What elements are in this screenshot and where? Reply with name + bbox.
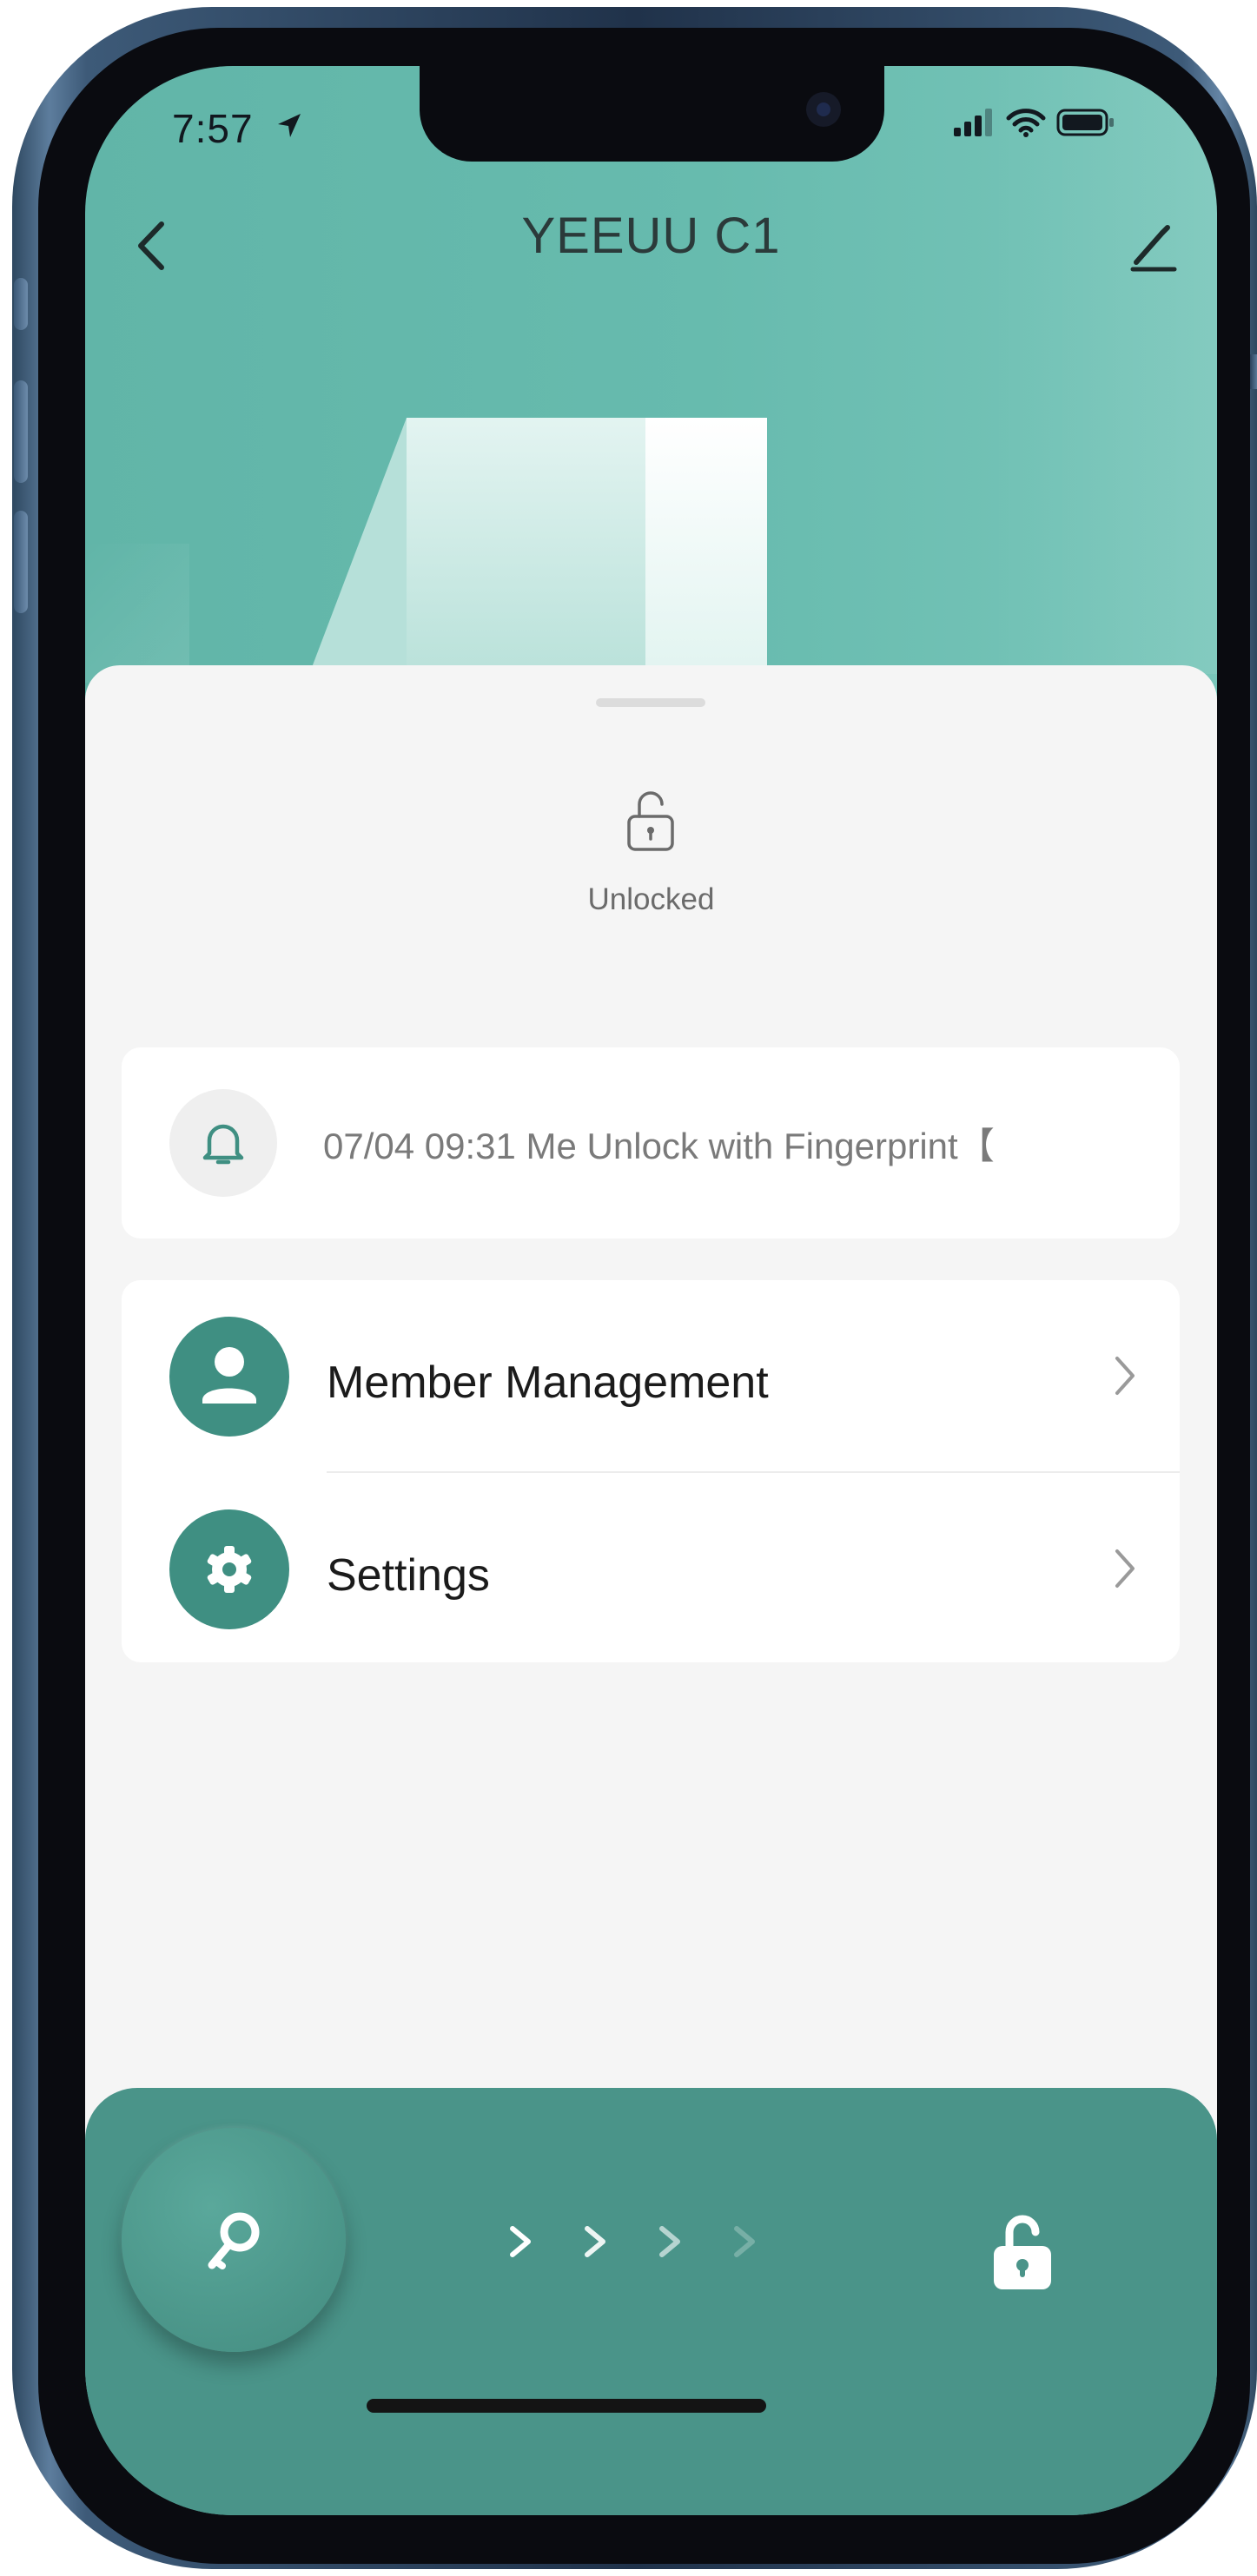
mute-switch — [14, 278, 28, 330]
menu-label-member-management: Member Management — [327, 1357, 769, 1408]
menu-card: Member Management Settings — [122, 1280, 1180, 1662]
app-screen: 7:57 YEEUU C1 Unlocked 07/04 09:31 Me Un… — [85, 66, 1217, 2515]
unlock-slider-bar — [85, 2088, 1217, 2515]
person-icon — [169, 1317, 289, 1437]
battery-icon — [1056, 109, 1114, 136]
cellular-signal-icon — [954, 109, 992, 136]
arrow-right-icon — [585, 2226, 605, 2257]
unlocked-padlock-icon — [994, 2215, 1051, 2289]
chevron-right-icon — [1115, 1357, 1135, 1395]
latest-record-card[interactable]: 07/04 09:31 Me Unlock with Fingerprint【 — [122, 1047, 1180, 1238]
key-icon — [208, 2212, 260, 2269]
sheet-grabber[interactable] — [596, 698, 705, 707]
menu-item-settings[interactable]: Settings — [122, 1473, 1180, 1664]
location-arrow-icon — [278, 114, 301, 137]
hero-shape-door — [645, 418, 767, 696]
hero-shape-panel — [407, 418, 645, 696]
notch — [420, 66, 884, 162]
slide-arrows — [500, 2222, 764, 2262]
device-title: YEEUU C1 — [521, 208, 781, 264]
gear-icon — [169, 1509, 289, 1629]
menu-item-member-management[interactable]: Member Management — [122, 1280, 1180, 1473]
status-icons — [954, 108, 1115, 137]
volume-down-button — [14, 511, 28, 613]
arrow-right-icon — [659, 2226, 680, 2257]
hero-light — [989, 66, 1217, 674]
chevron-right-icon — [1115, 1549, 1135, 1588]
arrow-right-icon — [510, 2226, 531, 2257]
hero-shade — [85, 544, 189, 683]
edit-pencil-icon[interactable] — [1128, 221, 1180, 273]
content-sheet: Unlocked 07/04 09:31 Me Unlock with Fing… — [85, 665, 1217, 2315]
front-camera — [806, 92, 841, 127]
menu-label-settings: Settings — [327, 1550, 490, 1601]
open-padlock-icon — [627, 791, 674, 851]
wifi-icon — [1006, 109, 1046, 137]
home-indicator[interactable] — [367, 2399, 766, 2413]
arrow-right-icon — [734, 2226, 755, 2257]
slide-to-unlock-handle[interactable] — [122, 2128, 346, 2352]
status-time: 7:57 — [172, 106, 254, 151]
hero-shape-triangle — [311, 418, 407, 670]
bell-icon — [202, 1124, 244, 1165]
latest-record-text: 07/04 09:31 Me Unlock with Fingerprint【 — [323, 1126, 995, 1166]
bell-icon-circle — [169, 1089, 277, 1197]
volume-up-button — [14, 380, 28, 483]
lock-status-label: Unlocked — [587, 882, 715, 916]
